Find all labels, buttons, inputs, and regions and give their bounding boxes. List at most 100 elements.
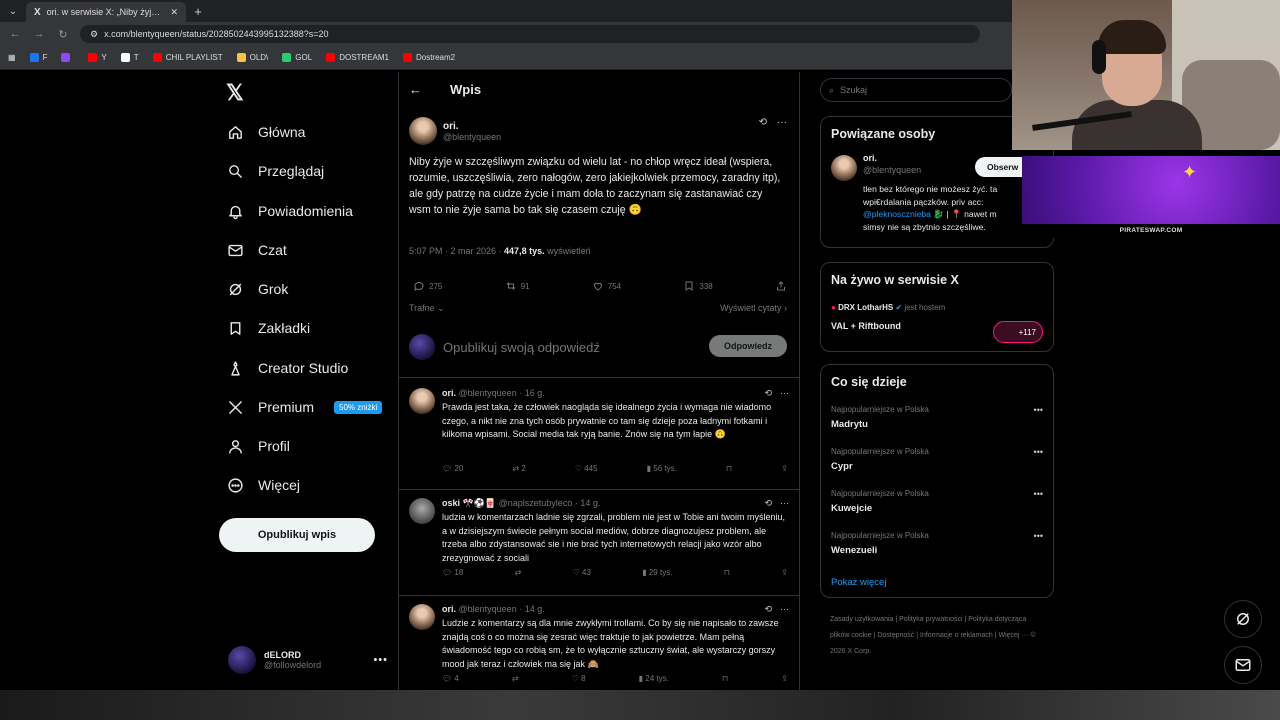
more-dots-icon[interactable]: ••• — [1034, 405, 1043, 415]
views-action[interactable]: ▮ 24 tys. — [639, 674, 669, 683]
nav-item-4[interactable]: Grok — [226, 277, 288, 301]
repost-action[interactable]: ⇄ 2 — [512, 464, 525, 473]
back-arrow-icon[interactable]: ← — [8, 28, 22, 40]
nav-item-3[interactable]: Czat — [226, 238, 287, 262]
reply-action[interactable]: 💬︎ 20 — [442, 464, 463, 473]
reply-meta[interactable]: @naplszetubyleco · 14 g. — [496, 498, 601, 508]
view-quotes-link[interactable]: Wyświetl cytaty › — [720, 303, 787, 314]
avatar[interactable] — [409, 498, 435, 524]
bookmark-item[interactable]: CHIL PLAYLIST — [152, 53, 223, 62]
more-dots-icon[interactable]: ••• — [1034, 489, 1043, 499]
grok-icon[interactable]: ⟲ — [764, 388, 772, 399]
related-name[interactable]: ori. — [863, 153, 877, 163]
messages-float-button[interactable] — [1224, 646, 1262, 684]
new-tab-button[interactable]: + — [186, 4, 210, 19]
repost-action[interactable]: ⇄ — [515, 568, 522, 577]
bookmark-item[interactable]: OLD\ — [236, 53, 268, 62]
like-action[interactable]: 754 — [592, 280, 621, 292]
reply-input[interactable]: Opublikuj swoją odpowiedź — [443, 340, 600, 355]
search-input[interactable]: ⌕ Szukaj — [820, 78, 1012, 102]
avatar[interactable] — [409, 117, 437, 145]
grok-icon[interactable]: ⟲ — [764, 498, 772, 509]
site-info-icon[interactable]: ⚙ — [90, 29, 98, 40]
bookmark-item[interactable]: T — [120, 53, 139, 62]
back-arrow-icon[interactable]: ← — [409, 82, 422, 97]
reply-author-name[interactable]: ori. — [442, 604, 456, 614]
avatar[interactable] — [409, 604, 435, 630]
reply-author-name[interactable]: ori. — [442, 388, 456, 398]
bookmark-icon[interactable]: ⊓ — [726, 464, 732, 473]
nav-item-2[interactable]: Powiadomienia — [226, 199, 353, 223]
like-action[interactable]: ♡ 8 — [572, 674, 586, 683]
nav-item-9[interactable]: Więcej — [226, 473, 300, 497]
reply-button[interactable]: Odpowiedz — [709, 335, 787, 357]
nav-item-7[interactable]: Premium 50% zniżki — [226, 395, 383, 419]
bookmark-action[interactable]: 338 — [683, 280, 713, 292]
avatar[interactable] — [409, 388, 435, 414]
post-author[interactable]: ori. @blentyqueen — [409, 117, 501, 145]
nav-item-5[interactable]: Zakładki — [226, 316, 310, 340]
views-action[interactable]: ▮ 29 tys. — [642, 568, 672, 577]
reply-action[interactable]: 💬︎ 4 — [442, 674, 459, 683]
reply-meta[interactable]: @blentyqueen · 16 g. — [456, 388, 545, 398]
more-dots-icon[interactable]: ••• — [373, 654, 388, 666]
address-bar[interactable]: ⚙ x.com/blentyqueen/status/2028502443995… — [80, 25, 980, 43]
trend-item[interactable]: Najpopularniejsze w Polska Kuwejcie ••• — [831, 489, 1045, 514]
apps-grid-icon[interactable]: ▦ — [8, 53, 16, 62]
bookmark-icon[interactable]: ⊓ — [724, 568, 730, 577]
account-switcher[interactable]: dELORD @followdelord ••• — [228, 646, 388, 674]
trend-item[interactable]: Najpopularniejsze w Polska Wenezueli ••• — [831, 531, 1045, 556]
nav-item-0[interactable]: Główna — [226, 120, 305, 144]
grok-icon[interactable]: ⟲ — [759, 117, 767, 128]
avatar[interactable] — [831, 155, 857, 181]
repost-action[interactable]: ⇄ — [512, 674, 519, 683]
live-host[interactable]: ● DRX LotharHS ✔ jest hostem — [831, 303, 945, 312]
post-author-name[interactable]: ori. — [443, 121, 501, 132]
x-logo-icon[interactable]: 𝕏 — [226, 80, 244, 106]
trend-item[interactable]: Najpopularniejsze w Polska Madrytu ••• — [831, 405, 1045, 430]
share-icon[interactable]: ⇪ — [781, 674, 788, 683]
browser-tab-active[interactable]: X ori. w serwisie X: „Niby żyje w s... ✕ — [26, 2, 186, 22]
bookmark-item[interactable]: Dostream2 — [402, 53, 455, 62]
forward-arrow-icon[interactable]: → — [32, 28, 46, 40]
more-dots-icon[interactable]: ··· — [780, 388, 789, 399]
post-author-handle[interactable]: @blentyqueen — [443, 132, 501, 142]
bio-link[interactable]: @pleknoscznieba — [863, 209, 931, 219]
bookmark-item[interactable]: F — [29, 53, 47, 62]
reply-action[interactable]: 💬︎ 18 — [442, 568, 463, 577]
more-dots-icon[interactable]: ··· — [780, 498, 789, 509]
reload-icon[interactable]: ↻ — [56, 28, 70, 41]
premium-discount-badge[interactable]: 50% zniżki — [334, 400, 383, 414]
bookmark-icon[interactable]: ⊓ — [722, 674, 728, 683]
share-icon[interactable]: ⇪ — [781, 464, 788, 473]
nav-item-1[interactable]: Przeglądaj — [226, 159, 324, 183]
share-icon[interactable]: ⇪ — [781, 568, 788, 577]
grok-float-button[interactable] — [1224, 600, 1262, 638]
publish-post-button[interactable]: Opublikuj wpis — [219, 518, 375, 552]
views-action[interactable]: ▮ 56 tys. — [647, 464, 677, 473]
share-action[interactable] — [775, 280, 787, 292]
live-stream-title[interactable]: VAL + Riftbound — [831, 321, 901, 331]
grok-icon[interactable]: ⟲ — [764, 604, 772, 615]
more-dots-icon[interactable]: ··· — [777, 117, 787, 128]
bookmark-item[interactable]: DOSTREAM1 — [326, 53, 389, 62]
reply-action[interactable]: 275 — [413, 280, 442, 292]
reply-post[interactable]: ori. @blentyqueen · 14 g. ⟲ ··· Ludzie z ko… — [399, 596, 799, 690]
bookmark-item[interactable] — [61, 53, 74, 62]
footer-links[interactable]: Zasady użytkowania | Polityka prywatnośc… — [830, 612, 1040, 660]
bookmark-item[interactable]: GOL — [282, 53, 312, 62]
live-listeners-pill[interactable]: +117 — [993, 321, 1043, 343]
more-dots-icon[interactable]: ••• — [1034, 447, 1043, 457]
reply-post[interactable]: ori. @blentyqueen · 16 g. ⟲ ··· Prawda jest… — [399, 380, 799, 490]
reply-author-name[interactable]: oski 🎌⚽🀄 — [442, 498, 496, 508]
reply-meta[interactable]: @blentyqueen · 14 g. — [456, 604, 545, 614]
like-action[interactable]: ♡ 445 — [575, 464, 598, 473]
more-dots-icon[interactable]: ··· — [780, 604, 789, 615]
reply-post[interactable]: oski 🎌⚽🀄 @naplszetubyleco · 14 g. ⟲ ··· lud… — [399, 490, 799, 596]
tab-list-chevron-icon[interactable]: ⌄ — [0, 0, 26, 22]
repost-action[interactable]: 91 — [505, 280, 530, 292]
nav-item-6[interactable]: Creator Studio — [226, 356, 348, 380]
sort-dropdown[interactable]: Trafne ⌄ — [409, 303, 445, 314]
show-more-link[interactable]: Pokaż więcej — [831, 577, 886, 588]
like-action[interactable]: ♡ 43 — [573, 568, 591, 577]
